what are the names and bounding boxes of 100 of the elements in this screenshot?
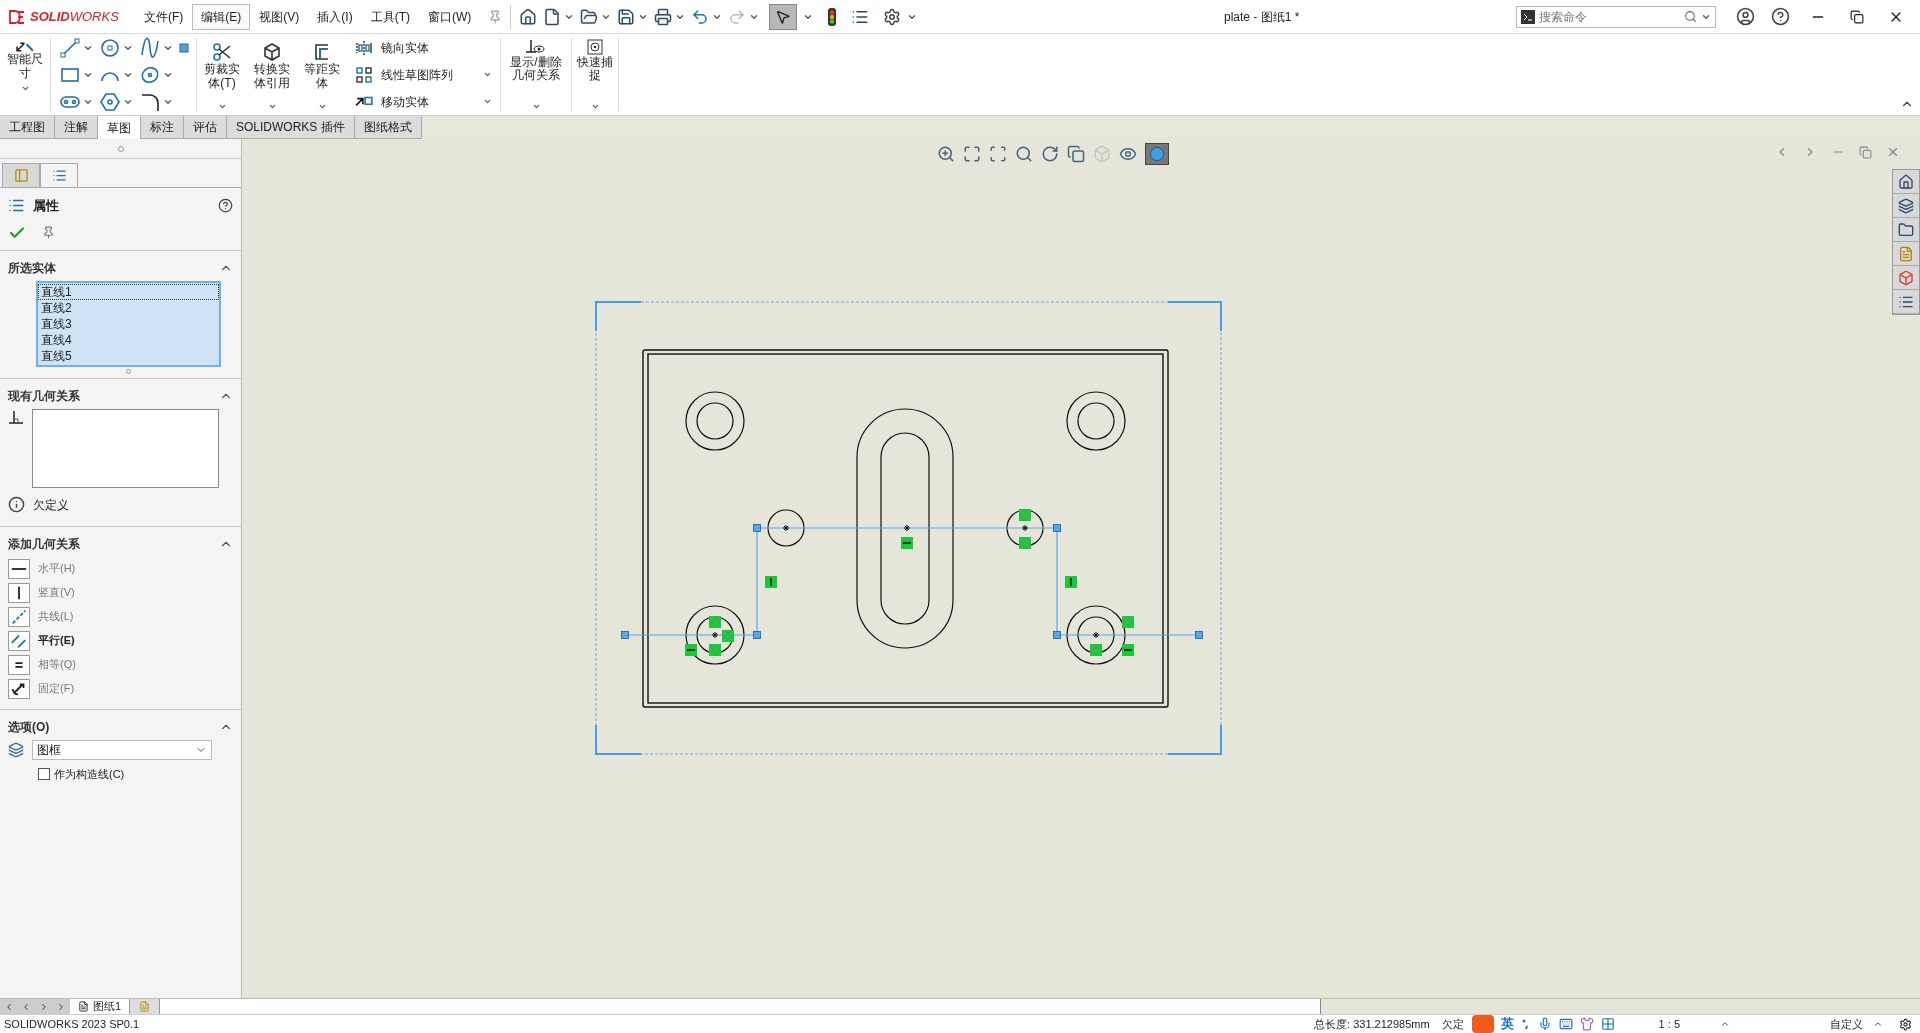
ribbon-tab[interactable]: 标注 [141, 116, 184, 139]
caret-icon[interactable] [590, 102, 600, 111]
entity-item[interactable]: 直线1 [38, 283, 219, 300]
ribbon-tab[interactable]: 工程图 [0, 116, 55, 139]
hole-circle [1066, 391, 1126, 451]
relation-button[interactable]: 水平(H) [38, 560, 76, 577]
scale-menu-icon[interactable] [1720, 1019, 1730, 1029]
caret-icon[interactable] [483, 70, 492, 79]
menu-item[interactable]: 窗口(W) [419, 3, 481, 30]
home-icon[interactable] [519, 7, 538, 26]
ribbon-button[interactable]: 显示/删除几何关系 [501, 34, 571, 115]
zoom-fit-icon[interactable] [963, 145, 981, 163]
ribbon-button[interactable]: 快速捕捉 [572, 34, 618, 115]
total-length: 总长度: 331.212985mm [1314, 1016, 1430, 1032]
endpoint-handle[interactable] [753, 631, 761, 639]
undo-icon[interactable] [691, 7, 710, 26]
ribbon-tab[interactable]: 图纸格式 [354, 116, 422, 139]
eye-icon[interactable] [1119, 145, 1137, 163]
endpoint-handle[interactable] [753, 524, 761, 532]
units-menu-icon[interactable] [1873, 1019, 1883, 1029]
smart-dimension-button[interactable]: 智能尺寸 [0, 34, 50, 115]
search-field[interactable]: 搜索命令 [1516, 5, 1716, 28]
caret-icon[interactable] [317, 102, 327, 111]
zoom-icon[interactable] [937, 145, 955, 163]
polygon-icon[interactable] [99, 90, 121, 113]
caret-icon[interactable] [531, 102, 541, 111]
layer-dropdown[interactable]: 图框 [32, 739, 212, 760]
ribbon-tab[interactable]: 注解 [55, 116, 98, 139]
relation-marker [1122, 644, 1134, 656]
relation-button[interactable]: 平行(E) [38, 632, 75, 649]
app-logo: SOLIDWORKS [30, 7, 119, 26]
relations-box[interactable] [32, 408, 219, 488]
settings-icon[interactable] [883, 7, 902, 26]
folder-icon[interactable] [1898, 221, 1914, 238]
settings-icon[interactable] [1899, 1017, 1912, 1031]
add-sheet-tab[interactable] [130, 999, 161, 1014]
entity-list[interactable]: 直线1 直线2 直线3 直线4 直线5 [36, 280, 221, 367]
caret-icon[interactable] [217, 102, 227, 111]
relation-button[interactable]: 相等(Q) [38, 656, 76, 673]
ribbon-button[interactable]: 线性草图阵列 [355, 65, 492, 84]
spline-icon[interactable] [139, 36, 161, 59]
user-icon[interactable] [1736, 7, 1755, 26]
scale-text[interactable]: 1 : 5 [1658, 1015, 1680, 1033]
ime-mode[interactable]: 英 [1500, 1014, 1514, 1033]
window-title: plate - 图纸1 * [1223, 8, 1300, 26]
menu-item[interactable]: 文件(F) [135, 3, 193, 30]
line-icon[interactable] [59, 36, 81, 59]
help-icon[interactable] [218, 198, 233, 214]
menu-item[interactable]: 插入(I) [308, 3, 362, 30]
menu-item[interactable]: 工具(T) [361, 3, 419, 30]
menu-item[interactable]: 视图(V) [250, 3, 309, 30]
menu-item[interactable]: 编辑(E) [192, 3, 251, 30]
relation-marker [1090, 644, 1102, 656]
point-icon[interactable] [179, 42, 189, 53]
zoom-area-icon[interactable] [989, 145, 1007, 163]
home-icon[interactable] [1898, 173, 1914, 190]
save-icon[interactable] [617, 7, 636, 26]
endpoint-handle[interactable] [1195, 631, 1203, 639]
skin-icon[interactable] [1579, 1017, 1594, 1031]
ribbon-tab[interactable]: 草图 [98, 116, 141, 139]
new-file-icon[interactable] [543, 7, 562, 26]
keyboard-icon[interactable] [1558, 1017, 1573, 1031]
relation-button[interactable]: 固定(F) [38, 680, 75, 697]
restore-icon[interactable] [1850, 9, 1864, 24]
caret-icon[interactable] [20, 84, 30, 93]
endpoint-handle[interactable] [621, 631, 629, 639]
dimension-icon [16, 42, 34, 52]
microphone-icon[interactable] [1537, 1017, 1552, 1031]
print-icon[interactable] [654, 7, 673, 26]
endpoint-handle[interactable] [1053, 524, 1061, 532]
relation-button[interactable]: 竖直(V) [38, 584, 75, 601]
ribbon-button[interactable]: 剪裁实体(T) [197, 34, 247, 115]
search-icon[interactable] [1684, 10, 1697, 23]
relation-marker [709, 616, 721, 628]
ribbon-tab[interactable]: SOLIDWORKS 插件 [227, 116, 355, 139]
search-input[interactable]: 搜索命令 [1539, 7, 1680, 26]
ribbon-button[interactable]: 移动实体 [355, 92, 492, 111]
units-text[interactable]: 自定义 [1830, 1015, 1863, 1033]
appearance-button[interactable] [1145, 143, 1169, 165]
circle-icon[interactable] [99, 36, 121, 59]
caret-icon[interactable] [483, 97, 492, 106]
panel-tab[interactable] [40, 163, 78, 187]
ribbon-button[interactable]: 镜向实体 [355, 38, 492, 57]
traffic-light-icon[interactable] [827, 6, 838, 27]
relation-button[interactable]: 共线(L) [38, 608, 74, 625]
punctuation-icon[interactable] [1520, 1018, 1531, 1030]
checkbox[interactable] [38, 767, 50, 780]
caret-icon[interactable] [267, 102, 277, 111]
ribbon-button[interactable]: 等距实体 [297, 34, 347, 115]
rotate-icon[interactable] [1041, 145, 1059, 163]
endpoint-handle[interactable] [1053, 631, 1061, 639]
help-icon[interactable] [1771, 7, 1790, 26]
toolbox-icon[interactable] [1600, 1017, 1615, 1031]
open-folder-icon[interactable] [580, 7, 599, 26]
ribbon-button[interactable]: 转换实体引用 [247, 34, 297, 115]
pin-icon[interactable] [42, 226, 55, 239]
ribbon-tab[interactable]: 评估 [184, 116, 227, 139]
select-button[interactable] [769, 3, 798, 30]
horizontal-scrollbar[interactable] [160, 999, 1320, 1014]
sheet-tab[interactable]: 图纸1 [70, 999, 131, 1014]
